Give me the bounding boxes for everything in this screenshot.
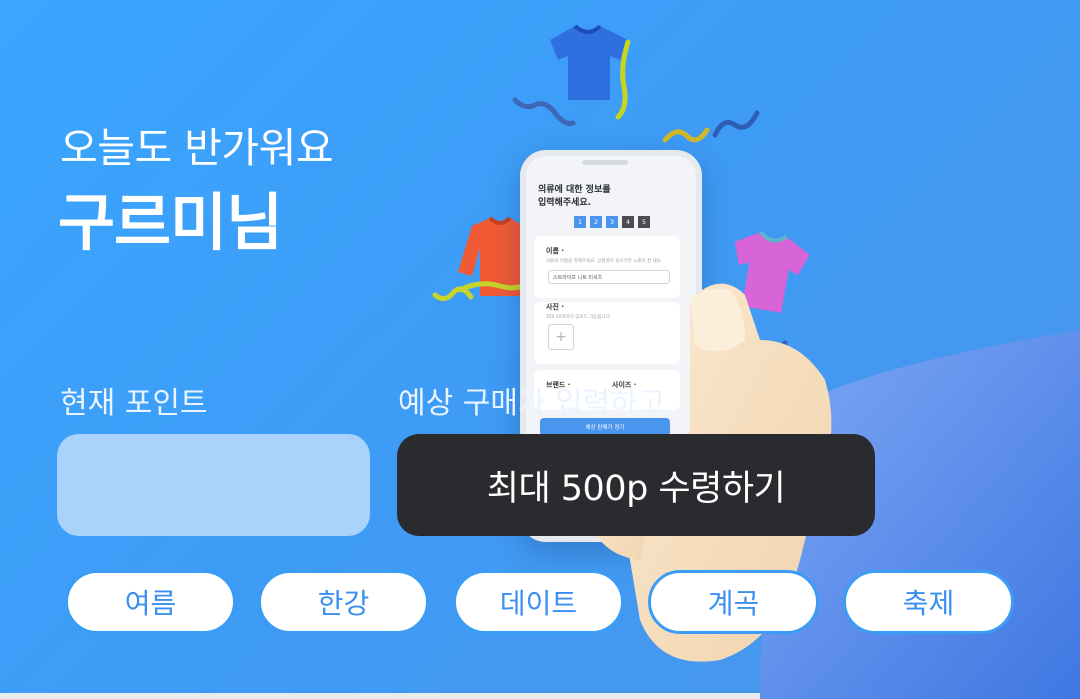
- phone-step-indicator: 1 2 3 4 5: [574, 216, 650, 228]
- phone-step: 5: [638, 216, 650, 228]
- phone-name-label: 이름 ·: [546, 247, 564, 255]
- home-screen: 의류에 대한 정보를 입력해주세요. 1 2 3 4 5 이름 · 의류의 이름…: [0, 0, 1080, 699]
- phone-photo-hint: 최대 10개까지 업로드 가능합니다.: [546, 315, 612, 320]
- phone-name-section: 이름 · 의류의 이름을 정해주세요. 상품명이 들어가면 노출이 잘 돼요 스…: [534, 236, 680, 298]
- phone-step: 2: [590, 216, 602, 228]
- chip-summer[interactable]: 여름: [65, 570, 236, 634]
- phone-step: 4: [622, 216, 634, 228]
- chip-valley[interactable]: 계곡: [648, 570, 819, 634]
- phone-step: 3: [606, 216, 618, 228]
- phone-title-line2: 입력해주세요.: [538, 198, 592, 208]
- phone-title: 의류에 대한 정보를 입력해주세요.: [538, 184, 611, 210]
- phone-notch: [582, 160, 628, 165]
- phone-photo-label: 사진 ·: [546, 303, 564, 311]
- predict-price-label: 예상 구매가 입력하고: [398, 386, 666, 421]
- phone-photo-add: +: [548, 324, 574, 350]
- blue-tshirt-icon: [550, 24, 631, 120]
- phone-name-field: 스트라이프 니트 티셔츠: [548, 270, 670, 284]
- phone-step: 1: [574, 216, 586, 228]
- phone-title-line1: 의류에 대한 정보를: [538, 185, 611, 195]
- phone-photo-section: 사진 · 최대 10개까지 업로드 가능합니다. +: [534, 302, 680, 364]
- pink-tshirt-icon: [734, 230, 810, 313]
- chip-hangang[interactable]: 한강: [258, 570, 429, 634]
- chip-festival[interactable]: 축제: [843, 570, 1014, 634]
- chip-date[interactable]: 데이트: [453, 570, 624, 634]
- claim-points-button[interactable]: 최대 500p 수령하기: [397, 434, 875, 536]
- phone-name-hint: 의류의 이름을 정해주세요. 상품명이 들어가면 노출이 잘 돼요: [546, 259, 661, 264]
